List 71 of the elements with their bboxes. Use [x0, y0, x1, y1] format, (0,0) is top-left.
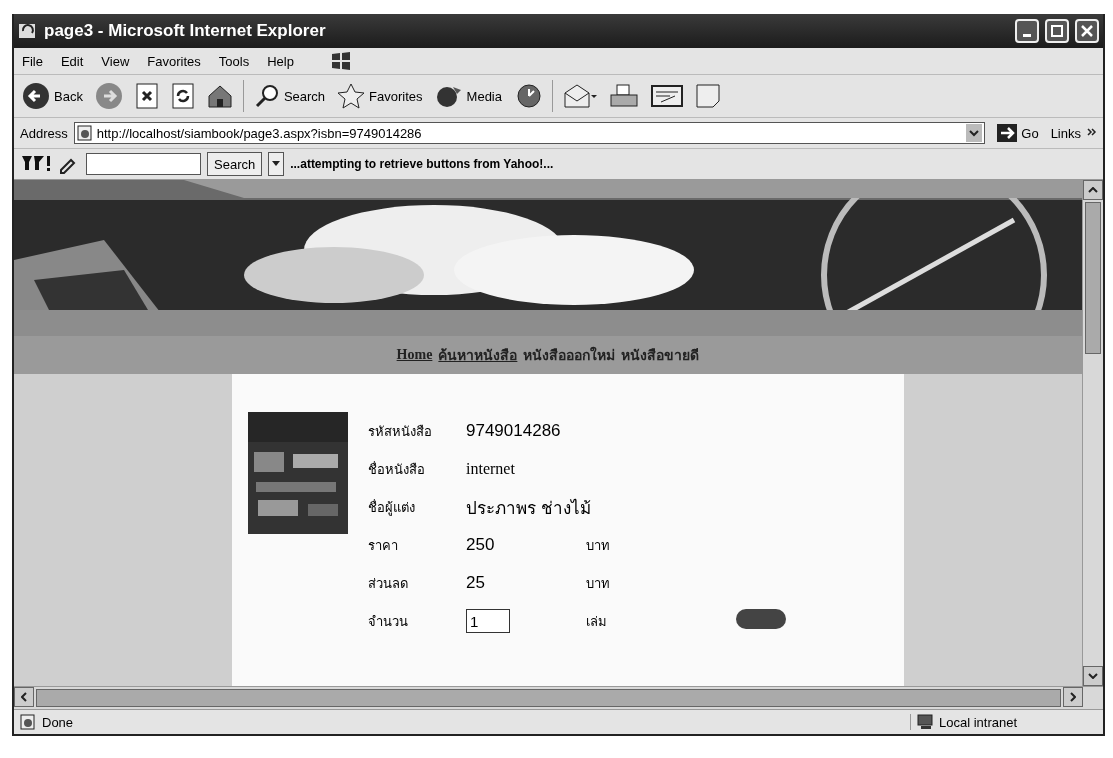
quantity-field[interactable]: 1	[466, 609, 510, 633]
computer-icon	[917, 714, 935, 730]
arrow-icon	[997, 124, 1018, 142]
minimize-icon	[1023, 33, 1031, 37]
field-label: จำนวน	[368, 612, 409, 631]
menu-item[interactable]: Favorites	[147, 53, 201, 69]
menu-item[interactable]: Edit	[60, 53, 84, 69]
zone-label: Local intranet	[939, 714, 1018, 730]
field-value: 9749014286	[466, 421, 562, 441]
field-label: ชื่อหนังสือ	[368, 460, 426, 479]
chevron-icon[interactable]	[1087, 128, 1097, 138]
page-icon	[76, 125, 93, 141]
nav-label: หนังสือออกใหม่	[523, 345, 616, 365]
menu-item[interactable]: File	[22, 53, 43, 69]
clock-icon	[514, 83, 542, 109]
window-title: page3 - Microsoft Internet Explorer	[44, 21, 327, 41]
maximize-button[interactable]	[1045, 19, 1069, 43]
edit-toolbar-button[interactable]	[649, 82, 685, 110]
field-label: ส่วนลด	[368, 574, 409, 593]
menu-item[interactable]: Tools	[218, 53, 250, 69]
printer-icon	[609, 83, 639, 109]
edit-document-icon	[651, 84, 683, 108]
scroll-down-button[interactable]	[1083, 666, 1103, 686]
star-icon	[337, 83, 366, 109]
note-toolbar-button[interactable]	[693, 81, 723, 111]
field-value: 250	[466, 535, 496, 555]
windows-logo-icon	[329, 51, 352, 71]
envelope-icon	[563, 83, 597, 109]
stop-icon	[134, 83, 159, 109]
refresh-icon	[170, 83, 195, 109]
status-text: Done	[42, 714, 75, 730]
favorites-toolbar-button[interactable]: Favorites	[335, 81, 425, 111]
media-toolbar-button[interactable]: Media	[432, 81, 504, 111]
field-value: 25	[466, 573, 486, 593]
address-label: Address	[20, 125, 68, 141]
scroll-right-button[interactable]	[1063, 687, 1083, 707]
search-button[interactable]: Search	[207, 152, 263, 176]
scroll-left-button[interactable]	[14, 687, 34, 707]
search-field[interactable]	[86, 153, 201, 175]
search-toolbar-button[interactable]: Search	[251, 81, 328, 111]
menu-item[interactable]: View	[101, 53, 130, 69]
minimize-button[interactable]	[1015, 19, 1039, 43]
unit-label: เล่ม	[586, 612, 608, 631]
menu-item[interactable]: Help	[267, 53, 294, 69]
caret-icon	[272, 161, 281, 167]
field-value: internet	[466, 460, 516, 478]
field-label: รหัสหนังสือ	[368, 422, 433, 441]
unit-label: บาท	[586, 536, 611, 555]
nav-link[interactable]: ค้นหาหนังสือ	[438, 344, 518, 366]
scroll-thumb[interactable]	[1085, 202, 1101, 354]
nav-link[interactable]: Home	[396, 347, 433, 363]
back-toolbar-button[interactable]: Back	[20, 80, 85, 112]
unit-label: บาท	[586, 574, 611, 593]
field-label: ราคา	[368, 536, 399, 555]
search-icon	[253, 83, 280, 109]
status-message: ...attempting to retrieve buttons from Yahoo!...	[290, 157, 554, 171]
maximize-icon	[1051, 25, 1063, 37]
scroll-up-button[interactable]	[1083, 180, 1103, 200]
close-icon	[1081, 25, 1093, 37]
field-label: ชื่อผู้แต่ง	[368, 498, 416, 518]
image-button[interactable]	[736, 609, 786, 629]
close-button[interactable]	[1075, 19, 1099, 43]
page-icon	[20, 714, 36, 730]
dropdown-button[interactable]	[268, 152, 285, 176]
go-button[interactable]: Go	[991, 123, 1045, 143]
address-field[interactable]: http://localhost/siambook/page3.aspx?isbn=9749014286	[73, 122, 986, 144]
scroll-thumb[interactable]	[36, 689, 1061, 707]
links-label[interactable]: Links	[1050, 125, 1081, 141]
home-icon	[206, 83, 233, 109]
nav-label: หนังสือขายดี	[621, 347, 700, 365]
note-icon	[695, 83, 721, 109]
